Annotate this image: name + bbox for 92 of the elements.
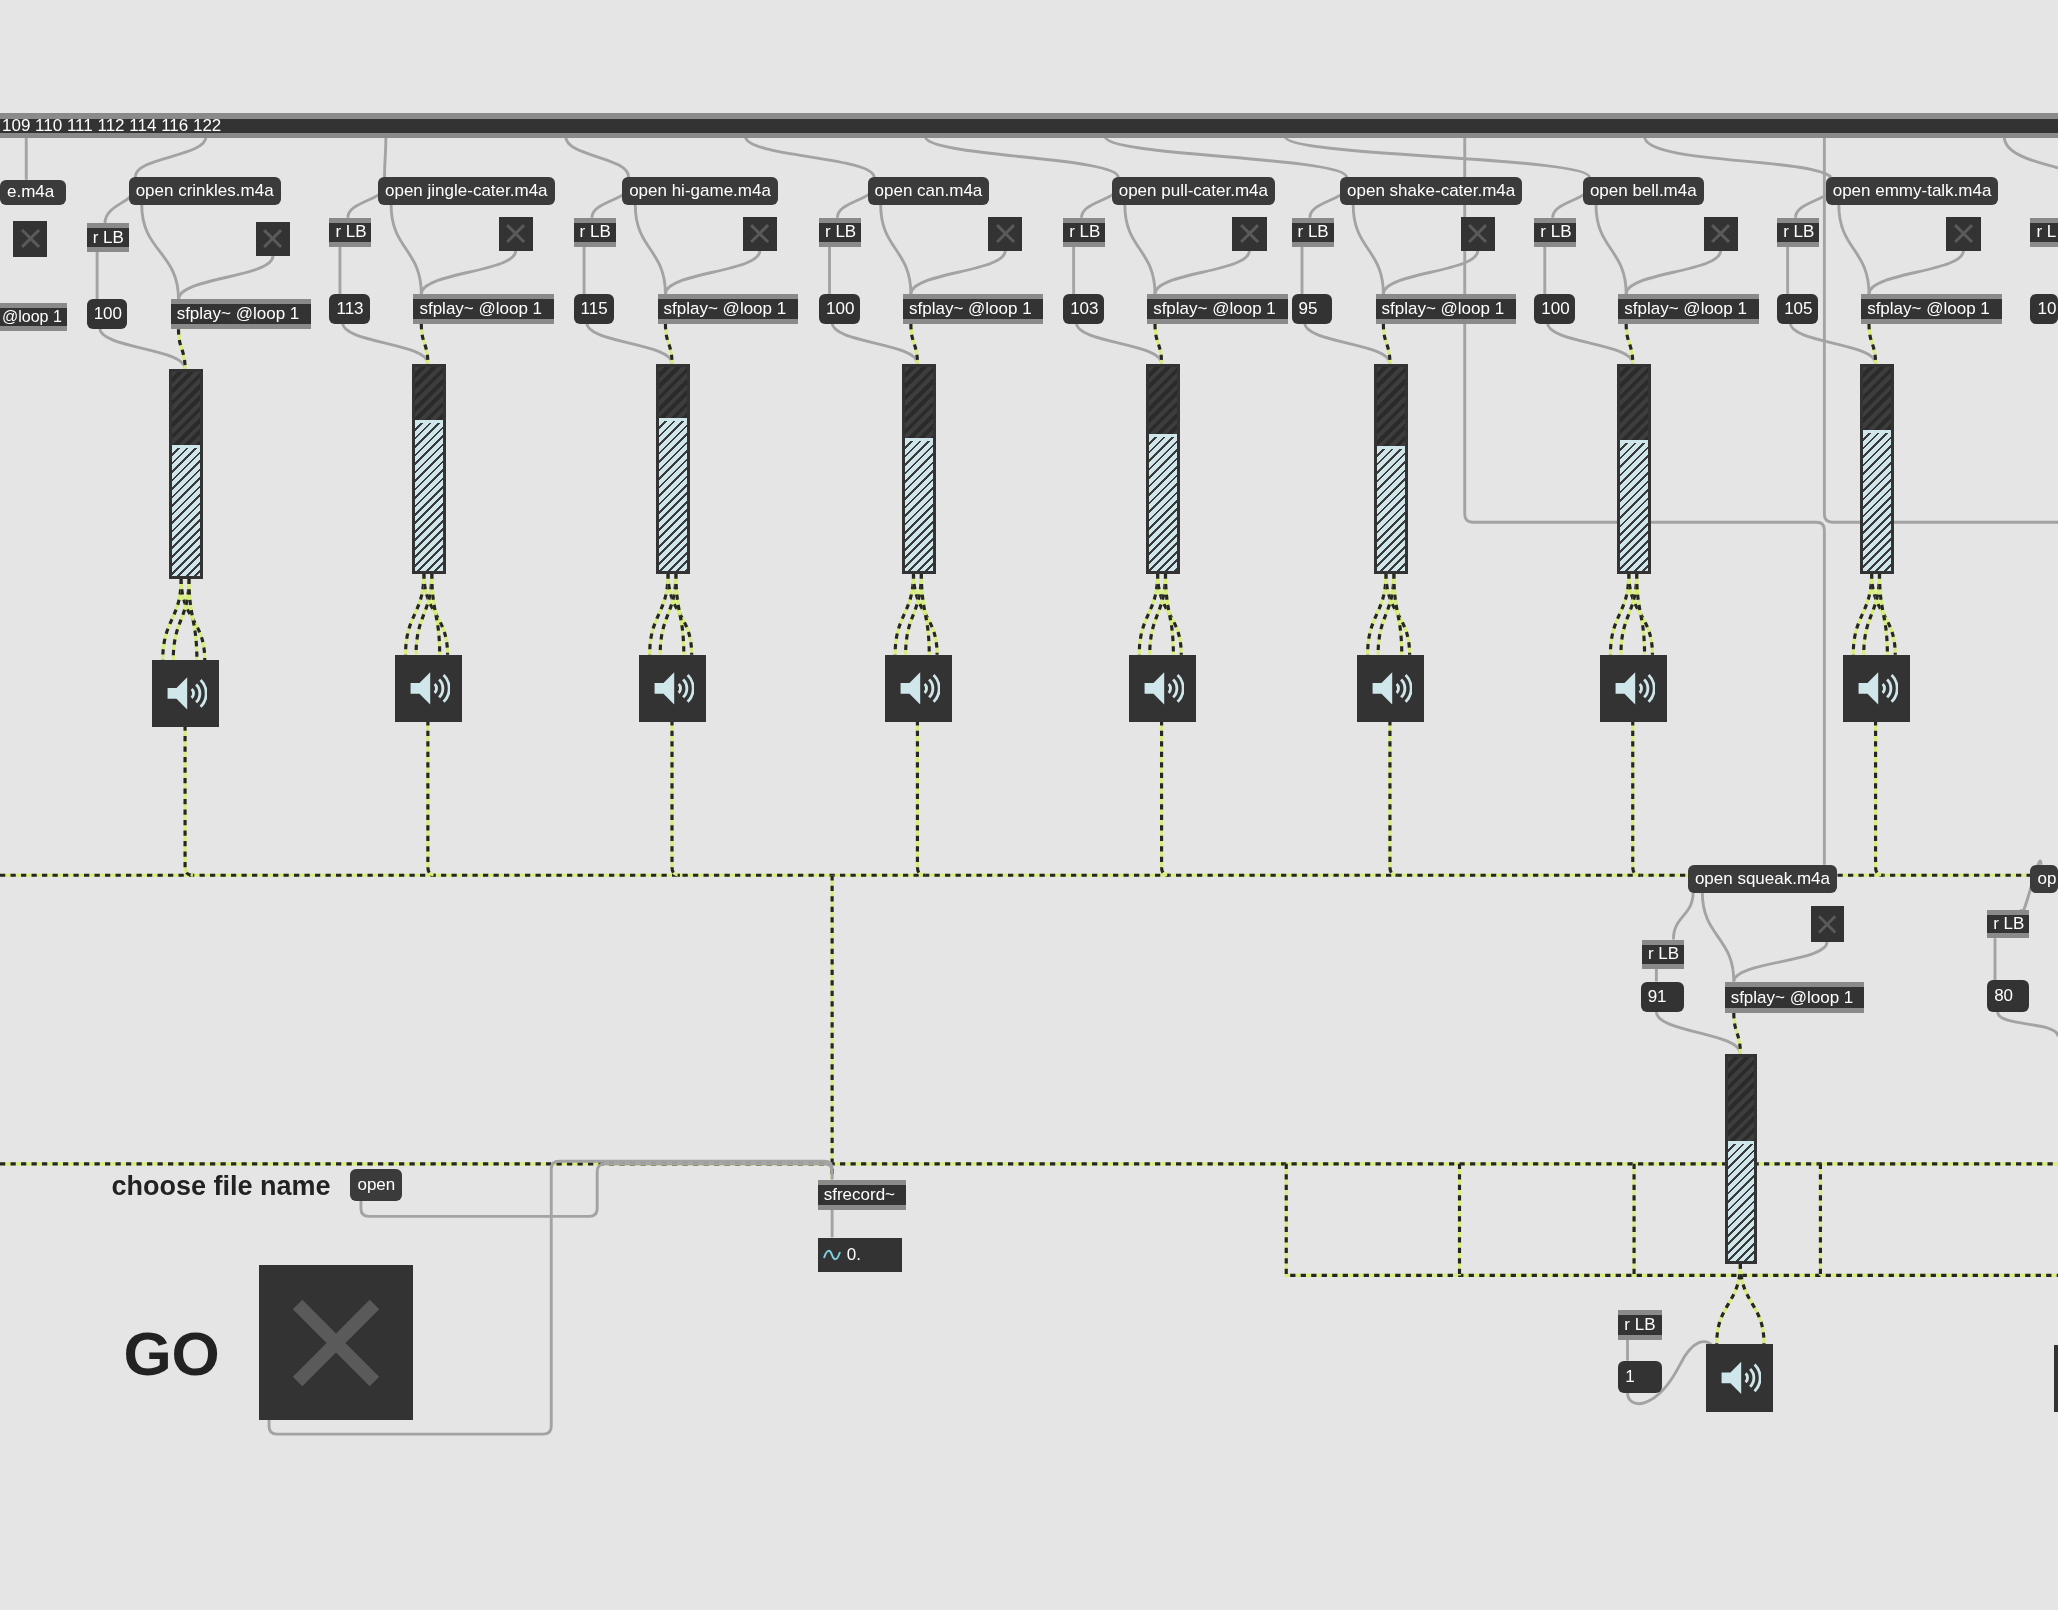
number-field[interactable]: 115 [573,294,615,325]
cross-icon [1817,912,1838,936]
number-field[interactable]: 10 [2030,294,2058,325]
receive-object: r LB [1777,217,1820,247]
speaker-button[interactable] [1706,1344,1774,1413]
number-field[interactable]: 80 [1987,980,2030,1012]
player-object: sfplay~ @loop 1 [170,299,312,330]
toggle-button[interactable] [1460,216,1495,251]
receive-object: r LB [1063,217,1106,247]
message-button[interactable]: open emmy-talk.m4a [1825,177,1999,205]
toggle-button[interactable] [13,220,48,258]
speaker-button[interactable] [884,654,952,722]
receive-object: r LB [1534,217,1577,247]
number-field[interactable]: 91 [1640,981,1684,1012]
number-field[interactable]: 103 [1063,294,1104,325]
cross-icon [1710,223,1732,245]
cross-icon [1238,223,1261,245]
speaker-button[interactable] [1599,654,1667,722]
speaker-button[interactable] [395,654,462,722]
number-value: 0. [846,1244,861,1265]
receive-object: r LB [1618,1309,1662,1341]
level-meter[interactable] [901,363,936,574]
instruction-label: choose file name [111,1170,331,1203]
level-meter[interactable] [169,368,204,579]
level-meter[interactable] [1617,363,1652,574]
level-meter[interactable] [1859,363,1894,574]
recorder-object: sfrecord~ [817,1179,906,1211]
toggle-button[interactable] [1232,216,1267,251]
message-button[interactable]: op [2030,864,2058,893]
cross-icon [1952,223,1975,245]
player-object: sfplay~ @loop 1 [1724,981,1864,1014]
message-button[interactable]: open [350,1169,403,1201]
player-object: sfplay~ @loop 1 [657,294,798,325]
level-meter[interactable] [1724,1053,1758,1264]
toggle-button[interactable] [988,216,1023,251]
message-button[interactable]: e.m4a [0,179,66,205]
number-field[interactable]: 105 [1777,294,1818,325]
level-meter[interactable] [1374,363,1409,574]
toggle-button[interactable] [1703,216,1738,251]
number-field[interactable]: 100 [1534,294,1575,325]
message-button[interactable]: open crinkles.m4a [128,177,281,205]
toggle-button[interactable] [498,216,533,251]
receive-object: r LB [819,217,861,247]
level-meter[interactable] [656,363,691,574]
toggle-button[interactable] [1811,905,1845,943]
player-object: sfplay~ @loop 1 [903,294,1044,325]
message-button[interactable]: open squeak.m4a [1687,864,1838,893]
cross-icon [1467,223,1489,245]
message-button[interactable]: open shake-cater.m4a [1340,177,1523,205]
route-object: 109 110 111 112 114 116 122 [0,112,2058,138]
level-meter[interactable] [412,363,447,574]
message-button[interactable]: open bell.m4a [1582,177,1704,205]
receive-object: r LB [1987,909,2030,939]
cross-icon [749,223,771,245]
toggle-button[interactable] [255,221,291,256]
go-label: GO [123,1317,220,1390]
speaker-button[interactable] [1357,654,1425,722]
speaker-button[interactable] [152,660,220,728]
receive-object: r LB [573,217,616,247]
toggle-button[interactable] [1946,216,1981,251]
cross-icon [505,223,527,245]
receive-object: r LB [86,223,129,252]
receive-object: r LB [329,217,372,247]
signal-number-field[interactable]: 0. [817,1237,902,1272]
message-button[interactable]: open hi-game.m4a [622,177,778,205]
cross-icon [994,223,1016,245]
message-button[interactable]: open pull-cater.m4a [1111,177,1275,205]
number-field[interactable]: 113 [329,294,371,325]
number-field[interactable]: 1 [1618,1361,1662,1393]
receive-object: r LB [1641,939,1684,969]
receive-object: r L [2030,217,2058,247]
message-button[interactable]: open can.m4a [867,177,990,205]
receive-object: r LB [1291,217,1334,247]
player-object: sfplay~ @loop 1 [1375,294,1516,325]
message-button[interactable]: open jingle-cater.m4a [378,177,555,205]
level-meter[interactable] [1145,363,1180,574]
wave-icon [822,1248,841,1261]
number-field[interactable]: 100 [86,299,128,330]
toggle-button[interactable] [258,1265,414,1421]
player-object: sfplay~ @loop 1 [1147,294,1288,325]
player-object: @loop 1 [0,303,67,331]
toggle-button[interactable] [742,216,777,251]
speaker-button[interactable] [1842,654,1910,722]
speaker-button[interactable] [1128,654,1196,722]
cross-icon [19,227,41,251]
speaker-button[interactable] [639,654,707,722]
player-object: sfplay~ @loop 1 [1861,294,2002,325]
cross-icon [262,228,284,250]
player-object: sfplay~ @loop 1 [1618,294,1759,325]
player-object: sfplay~ @loop 1 [413,294,554,325]
number-field[interactable]: 100 [819,294,860,325]
number-field[interactable]: 95 [1291,294,1333,325]
